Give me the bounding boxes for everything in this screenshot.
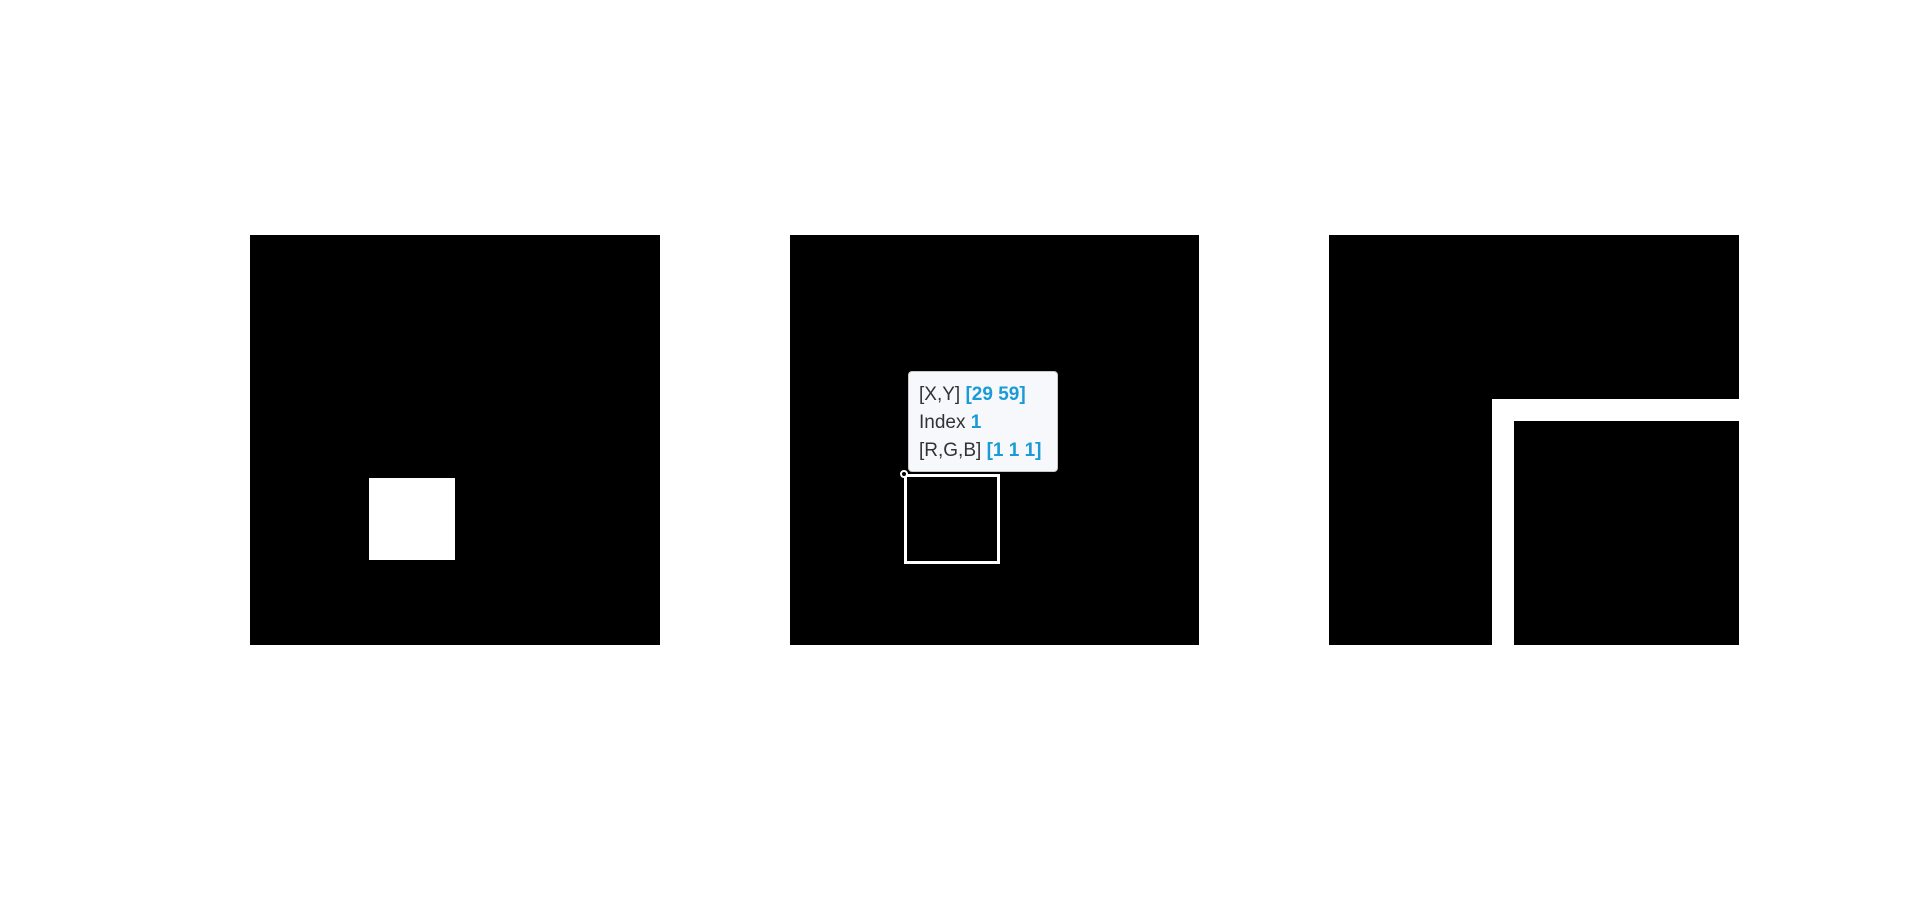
image-panel-left[interactable] — [250, 235, 660, 645]
white-line-horizontal — [1492, 399, 1739, 421]
white-square-region — [369, 478, 455, 560]
datatip-index-value: 1 — [970, 412, 982, 433]
datatip-xy-value: [29 59] — [965, 384, 1026, 405]
selection-outline — [904, 474, 1000, 564]
datatip-marker[interactable] — [900, 470, 908, 478]
datatip-xy-label: [X,Y] — [919, 384, 961, 405]
datatip-xy-row: [X,Y] [29 59] — [919, 381, 1047, 409]
datatip-rgb-label: [R,G,B] — [919, 440, 982, 461]
datatip-index-row: Index 1 — [919, 409, 1047, 437]
datatip-index-label: Index — [919, 412, 966, 433]
white-line-vertical — [1492, 399, 1514, 645]
image-panel-right[interactable] — [1329, 235, 1739, 645]
datatip-rgb-row: [R,G,B] [1 1 1] — [919, 437, 1047, 465]
datatip-rgb-value: [1 1 1] — [986, 440, 1042, 461]
datatip[interactable]: [X,Y] [29 59] Index 1 [R,G,B] [1 1 1] — [908, 371, 1058, 472]
